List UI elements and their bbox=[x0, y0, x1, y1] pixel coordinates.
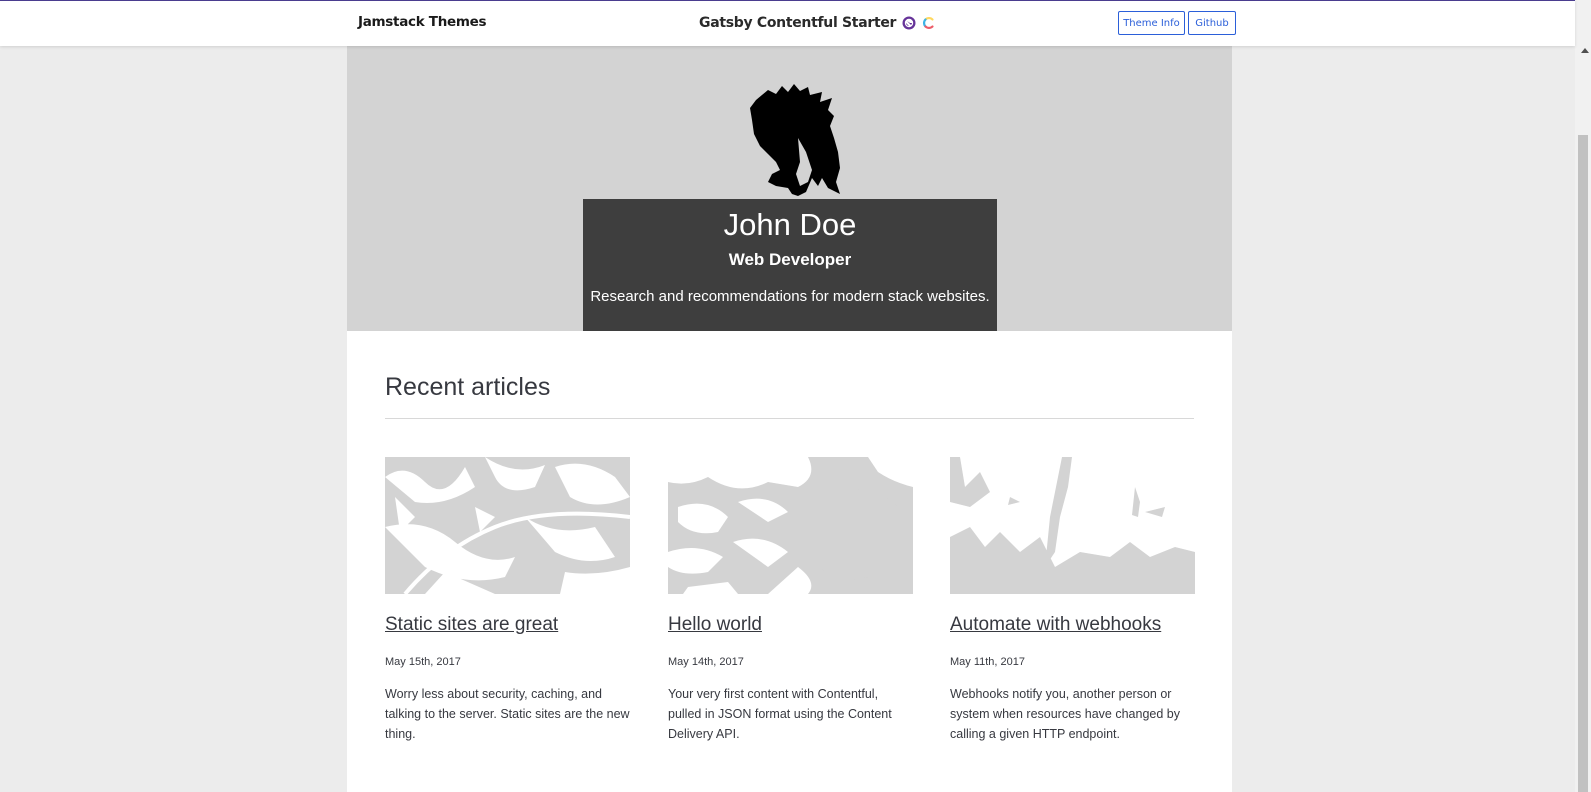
scroll-up-arrow-icon[interactable] bbox=[1581, 48, 1589, 53]
scrollbar-thumb[interactable] bbox=[1578, 135, 1588, 792]
github-button[interactable]: Github bbox=[1188, 11, 1236, 35]
gatsby-logo-icon bbox=[902, 16, 916, 30]
article-description: Your very first content with Contentful,… bbox=[668, 687, 892, 741]
article-card: Hello world May 14th, 2017 Your very fir… bbox=[668, 457, 913, 744]
author-name: John Doe bbox=[723, 207, 857, 242]
article-description: Webhooks notify you, another person or s… bbox=[950, 687, 1180, 741]
top-bar: Jamstack Themes Gatsby Contentful Starte… bbox=[0, 0, 1575, 46]
article-thumbnail[interactable] bbox=[385, 457, 630, 594]
article-description: Worry less about security, caching, and … bbox=[385, 687, 630, 741]
theme-info-button[interactable]: Theme Info bbox=[1118, 11, 1185, 35]
contentful-logo-icon bbox=[923, 17, 934, 29]
article-date: May 11th, 2017 bbox=[950, 656, 1026, 668]
article-title-link[interactable]: Hello world bbox=[668, 614, 913, 636]
article-title-link[interactable]: Automate with webhooks bbox=[950, 614, 1195, 636]
author-title: Web Developer bbox=[728, 250, 852, 269]
section-heading: Recent articles bbox=[385, 373, 551, 401]
article-thumbnail[interactable] bbox=[950, 457, 1195, 594]
author-description: Research and recommendations for modern … bbox=[590, 288, 990, 305]
divider bbox=[385, 418, 1194, 419]
article-date: May 15th, 2017 bbox=[385, 656, 461, 668]
site-title: Gatsby Contentful Starter bbox=[699, 15, 936, 31]
brand-link[interactable]: Jamstack Themes bbox=[358, 14, 487, 30]
article-thumbnail[interactable] bbox=[668, 457, 913, 594]
site-title-text: Gatsby Contentful Starter bbox=[699, 15, 897, 31]
main-content: John Doe Web Developer Research and reco… bbox=[347, 46, 1232, 792]
avatar bbox=[750, 84, 840, 196]
hero-card: John Doe Web Developer Research and reco… bbox=[583, 199, 997, 331]
article-card: Static sites are great May 15th, 2017 Wo… bbox=[385, 457, 630, 744]
hero-section: John Doe Web Developer Research and reco… bbox=[347, 46, 1232, 331]
article-card: Automate with webhooks May 11th, 2017 We… bbox=[950, 457, 1195, 744]
article-title-link[interactable]: Static sites are great bbox=[385, 614, 630, 636]
article-date: May 14th, 2017 bbox=[668, 656, 744, 668]
